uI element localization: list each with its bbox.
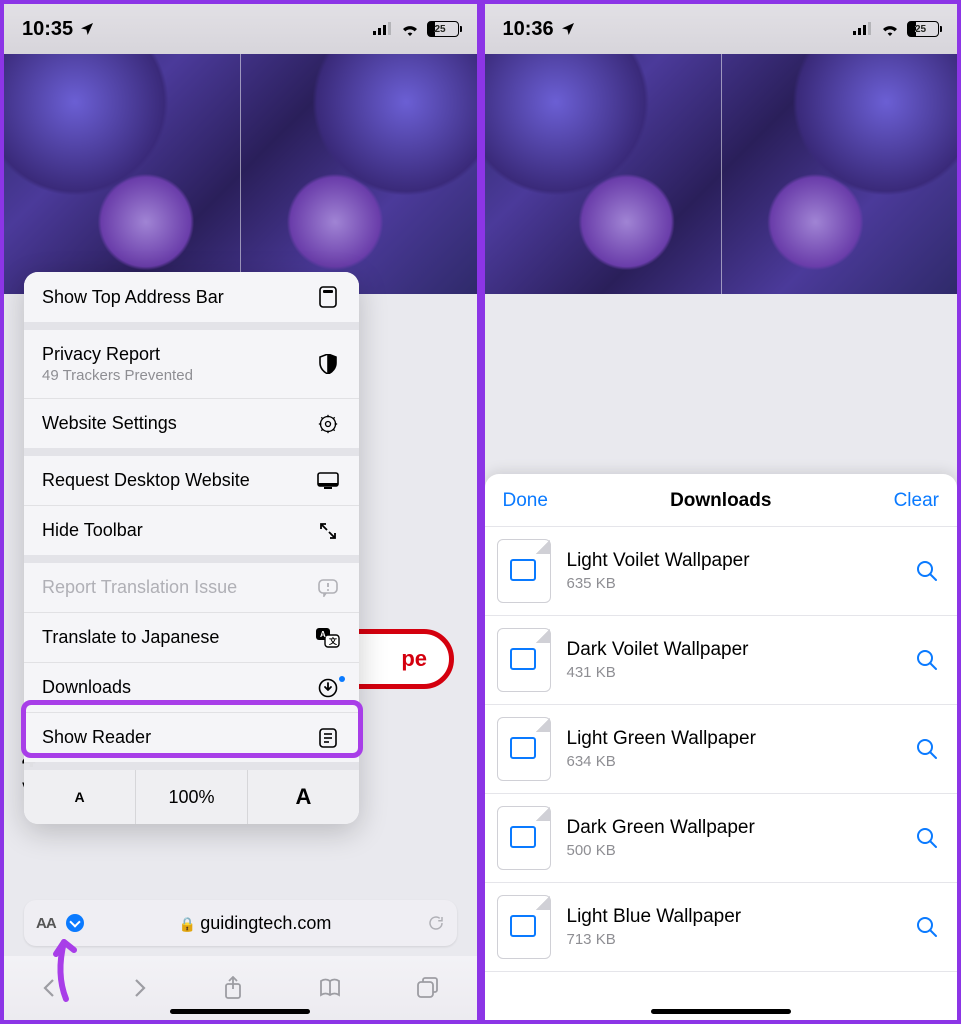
menu-label: Translate to Japanese (42, 627, 219, 648)
download-size: 713 KB (567, 931, 900, 948)
battery-icon: 25 (907, 21, 939, 37)
home-indicator (651, 1009, 791, 1014)
download-size: 431 KB (567, 664, 900, 681)
zoom-level[interactable]: 100% (136, 770, 248, 824)
website-settings-item[interactable]: Website Settings (24, 399, 359, 448)
tabs-icon[interactable] (417, 977, 439, 999)
translate-icon: A文 (315, 628, 341, 648)
downloads-sheet: Done Downloads Clear Light Voilet Wallpa… (485, 474, 958, 1020)
download-name: Light Voilet Wallpaper (567, 550, 900, 572)
download-size: 635 KB (567, 575, 900, 592)
downloads-list: Light Voilet Wallpaper 635 KB Dark Voile… (485, 527, 958, 972)
sheet-title: Downloads (670, 490, 771, 512)
gear-icon (315, 414, 341, 434)
battery-icon: 25 (427, 21, 459, 37)
zoom-out-button[interactable]: A (24, 770, 136, 824)
download-row[interactable]: Light Green Wallpaper 634 KB (485, 705, 958, 794)
zoom-controls: A 100% A (24, 770, 359, 824)
download-row[interactable]: Dark Voilet Wallpaper 431 KB (485, 616, 958, 705)
share-icon[interactable] (223, 976, 243, 1000)
url-text: 🔒guidingtech.com (94, 913, 417, 934)
show-top-address-bar-item[interactable]: Show Top Address Bar (24, 272, 359, 322)
location-icon (560, 21, 576, 37)
report-translation-item: Report Translation Issue (24, 563, 359, 613)
page-settings-menu: Show Top Address Bar Privacy Report 49 T… (24, 272, 359, 824)
download-name: Light Green Wallpaper (567, 728, 900, 750)
magnifier-icon[interactable] (915, 737, 939, 761)
magnifier-icon[interactable] (915, 915, 939, 939)
forward-icon[interactable] (132, 978, 148, 998)
magnifier-icon[interactable] (915, 826, 939, 850)
wallpaper-preview (485, 54, 958, 294)
reader-icon (315, 728, 341, 748)
report-icon (315, 579, 341, 597)
reload-icon[interactable] (427, 914, 445, 932)
download-size: 500 KB (567, 842, 900, 859)
clear-button[interactable]: Clear (894, 490, 939, 512)
download-name: Light Blue Wallpaper (567, 906, 900, 928)
menu-label: Request Desktop Website (42, 470, 250, 491)
lock-icon: 🔒 (179, 916, 196, 932)
address-bar-icon (315, 286, 341, 308)
downloads-item[interactable]: Downloads (24, 663, 359, 713)
privacy-report-item[interactable]: Privacy Report 49 Trackers Prevented (24, 330, 359, 399)
hide-toolbar-item[interactable]: Hide Toolbar (24, 506, 359, 555)
arrow-annotation (46, 934, 86, 1004)
download-indicator-icon[interactable] (66, 914, 84, 932)
menu-label: Privacy Report (42, 344, 193, 365)
download-row[interactable]: Light Voilet Wallpaper 635 KB (485, 527, 958, 616)
shield-icon (315, 354, 341, 374)
file-icon (497, 895, 551, 959)
download-row[interactable]: Light Blue Wallpaper 713 KB (485, 883, 958, 972)
left-screenshot: 10:35 25 pe 4 V Show Top Ad (0, 0, 481, 1024)
bookmarks-icon[interactable] (318, 978, 342, 998)
magnifier-icon[interactable] (915, 559, 939, 583)
home-indicator (170, 1009, 310, 1014)
wallpaper-preview (4, 54, 477, 294)
done-button[interactable]: Done (503, 490, 548, 512)
wifi-icon (880, 22, 900, 36)
menu-label: Hide Toolbar (42, 520, 143, 541)
zoom-in-button[interactable]: A (248, 770, 359, 824)
menu-label: Report Translation Issue (42, 577, 237, 598)
status-time: 10:35 (22, 18, 73, 41)
signal-icon (853, 22, 873, 36)
download-icon (315, 678, 341, 698)
menu-label: Show Reader (42, 727, 151, 748)
file-icon (497, 806, 551, 870)
svg-text:A: A (320, 630, 326, 639)
download-size: 634 KB (567, 753, 900, 770)
menu-label: Show Top Address Bar (42, 287, 224, 308)
status-bar: 10:35 25 (4, 4, 477, 54)
translate-item[interactable]: Translate to Japanese A文 (24, 613, 359, 663)
download-name: Dark Voilet Wallpaper (567, 639, 900, 661)
address-bar[interactable]: AA 🔒guidingtech.com (24, 900, 457, 946)
menu-sublabel: 49 Trackers Prevented (42, 367, 193, 384)
show-reader-item[interactable]: Show Reader (24, 713, 359, 762)
wifi-icon (400, 22, 420, 36)
status-bar: 10:36 25 (485, 4, 958, 54)
svg-text:文: 文 (329, 636, 338, 646)
menu-label: Website Settings (42, 413, 177, 434)
status-time: 10:36 (503, 18, 554, 41)
desktop-icon (315, 472, 341, 490)
expand-icon (315, 522, 341, 540)
location-icon (79, 21, 95, 37)
file-icon (497, 717, 551, 781)
magnifier-icon[interactable] (915, 648, 939, 672)
file-icon (497, 539, 551, 603)
file-icon (497, 628, 551, 692)
request-desktop-item[interactable]: Request Desktop Website (24, 456, 359, 506)
menu-label: Downloads (42, 677, 131, 698)
right-screenshot: 10:36 25 Done Downloads Clear (481, 0, 961, 1024)
download-name: Dark Green Wallpaper (567, 817, 900, 839)
aa-icon[interactable]: AA (36, 915, 56, 932)
signal-icon (373, 22, 393, 36)
download-row[interactable]: Dark Green Wallpaper 500 KB (485, 794, 958, 883)
